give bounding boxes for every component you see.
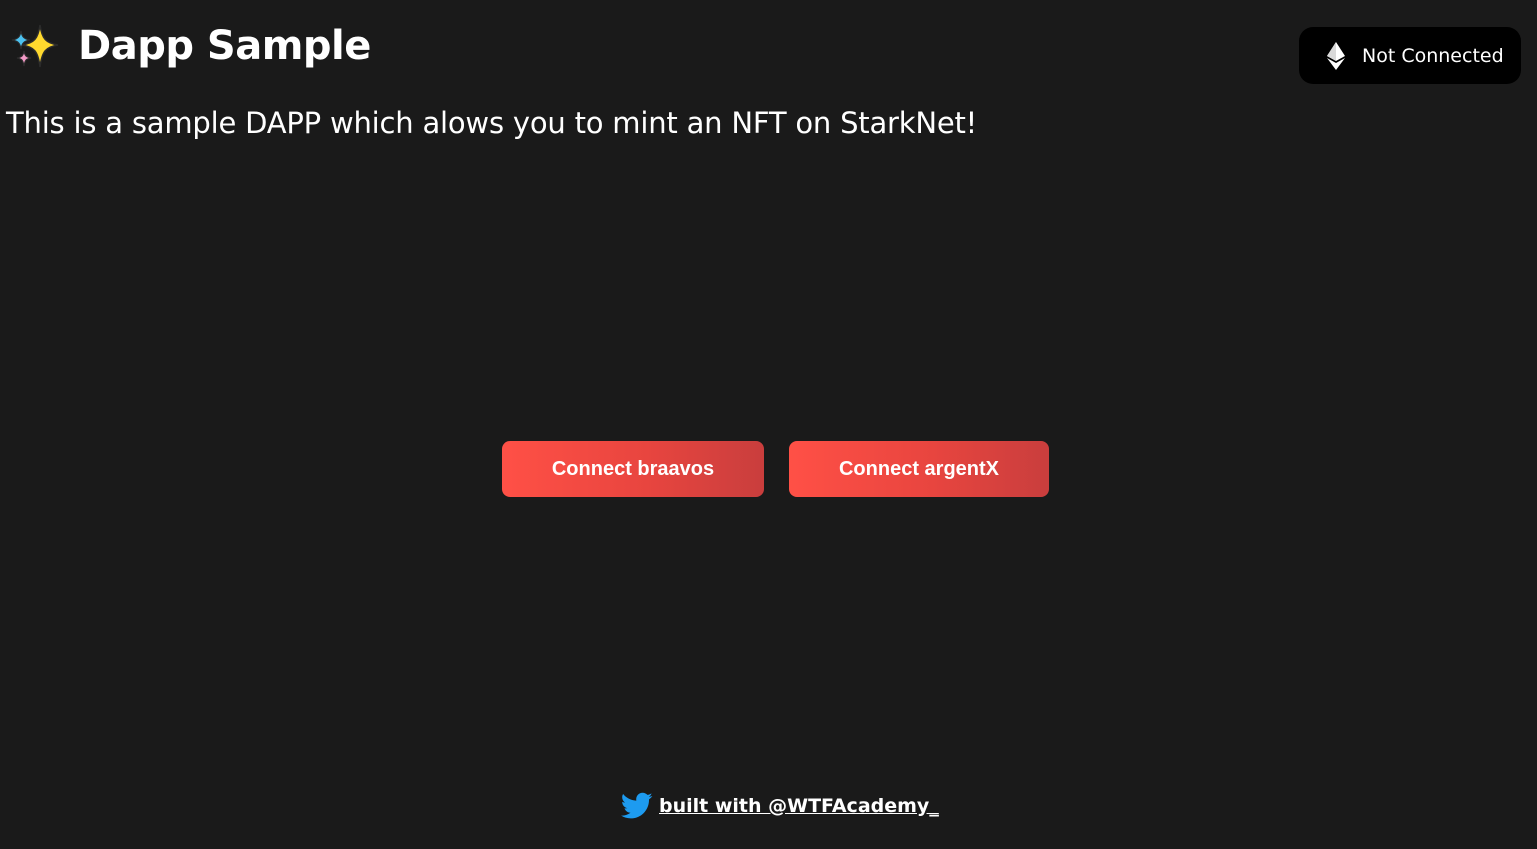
wallet-status-label: Not Connected	[1362, 44, 1504, 67]
connect-buttons: Connect braavos Connect argentX	[502, 441, 1049, 497]
page-subtitle: This is a sample DAPP which alows you to…	[6, 106, 978, 140]
footer: built with @WTFAcademy_	[620, 792, 939, 820]
connect-braavos-button[interactable]: Connect braavos	[502, 441, 764, 497]
wallet-status-badge[interactable]: Not Connected	[1299, 27, 1521, 84]
twitter-icon	[620, 792, 653, 820]
page-title: Dapp Sample	[78, 23, 371, 69]
wtf-academy-link[interactable]: built with @WTFAcademy_	[659, 795, 939, 817]
sparkles-icon	[10, 21, 60, 71]
ethereum-icon	[1326, 41, 1346, 70]
connect-argentx-button[interactable]: Connect argentX	[789, 441, 1049, 497]
header: Dapp Sample	[10, 18, 371, 74]
